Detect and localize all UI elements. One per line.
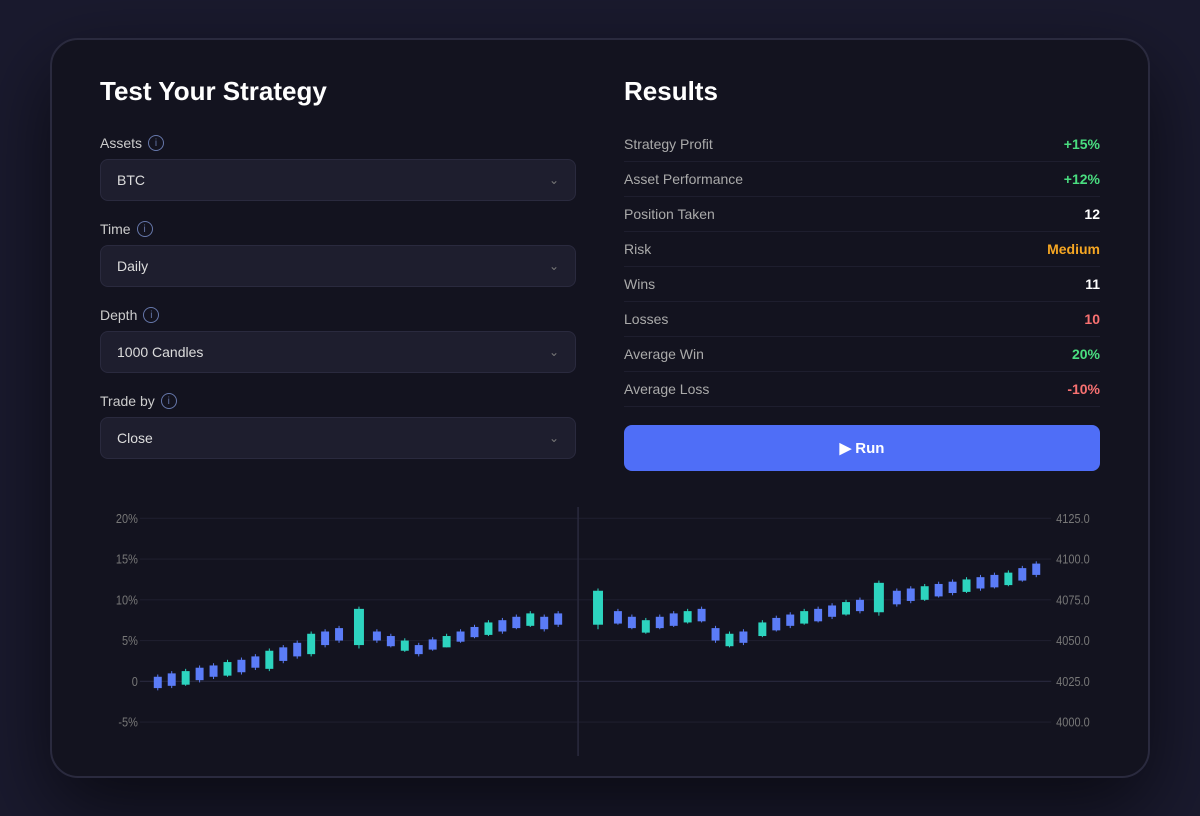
left-panel-title: Test Your Strategy [100, 76, 576, 107]
trade-by-chevron-icon: ⌄ [549, 431, 559, 445]
left-panel: Test Your Strategy Assets i BTC ⌄ Time i… [100, 76, 576, 479]
result-row-risk: Risk Medium [624, 232, 1100, 267]
asset-performance-label: Asset Performance [624, 171, 743, 187]
svg-text:-5%: -5% [118, 716, 137, 730]
right-panel: Results Strategy Profit +15% Asset Perfo… [624, 76, 1100, 479]
time-info-icon[interactable]: i [137, 221, 153, 237]
trade-by-info-icon[interactable]: i [161, 393, 177, 409]
svg-text:5%: 5% [122, 634, 138, 648]
depth-info-icon[interactable]: i [143, 307, 159, 323]
wins-value: 11 [1085, 276, 1100, 292]
average-win-value: 20% [1072, 346, 1100, 362]
trade-by-field-group: Trade by i Close ⌄ [100, 393, 576, 459]
losses-label: Losses [624, 311, 668, 327]
svg-text:15%: 15% [116, 553, 138, 567]
svg-text:4000.0: 4000.0 [1056, 716, 1090, 730]
depth-field-group: Depth i 1000 Candles ⌄ [100, 307, 576, 373]
wins-label: Wins [624, 276, 655, 292]
trade-by-dropdown[interactable]: Close ⌄ [100, 417, 576, 459]
average-loss-label: Average Loss [624, 381, 709, 397]
result-row-strategy-profit: Strategy Profit +15% [624, 127, 1100, 162]
time-label: Time i [100, 221, 576, 237]
svg-text:0: 0 [132, 675, 139, 689]
svg-text:4125.0: 4125.0 [1056, 512, 1090, 526]
results-table: Strategy Profit +15% Asset Performance +… [624, 127, 1100, 407]
strategy-profit-label: Strategy Profit [624, 136, 713, 152]
depth-dropdown[interactable]: 1000 Candles ⌄ [100, 331, 576, 373]
average-loss-value: -10% [1067, 381, 1100, 397]
position-taken-label: Position Taken [624, 206, 715, 222]
depth-chevron-icon: ⌄ [549, 345, 559, 359]
trade-by-label: Trade by i [100, 393, 576, 409]
chart-svg: 20% 15% 10% 5% 0 -5% 4125.0 4100.0 4075.… [100, 507, 1100, 756]
time-field-group: Time i Daily ⌄ [100, 221, 576, 287]
svg-text:10%: 10% [116, 594, 138, 608]
result-row-wins: Wins 11 [624, 267, 1100, 302]
top-panel: Test Your Strategy Assets i BTC ⌄ Time i… [52, 40, 1148, 507]
losses-value: 10 [1084, 311, 1100, 327]
svg-text:4075.0: 4075.0 [1056, 594, 1090, 608]
result-row-average-win: Average Win 20% [624, 337, 1100, 372]
risk-value: Medium [1047, 241, 1100, 257]
assets-chevron-icon: ⌄ [549, 173, 559, 187]
position-taken-value: 12 [1084, 206, 1100, 222]
svg-text:4100.0: 4100.0 [1056, 553, 1090, 567]
assets-field-group: Assets i BTC ⌄ [100, 135, 576, 201]
assets-label: Assets i [100, 135, 576, 151]
risk-label: Risk [624, 241, 651, 257]
asset-performance-value: +12% [1064, 171, 1100, 187]
result-row-losses: Losses 10 [624, 302, 1100, 337]
svg-text:20%: 20% [116, 512, 138, 526]
result-row-average-loss: Average Loss -10% [624, 372, 1100, 407]
run-button[interactable]: ▶ Run [624, 425, 1100, 471]
average-win-label: Average Win [624, 346, 704, 362]
device-frame: Test Your Strategy Assets i BTC ⌄ Time i… [50, 38, 1150, 778]
result-row-position-taken: Position Taken 12 [624, 197, 1100, 232]
strategy-profit-value: +15% [1064, 136, 1100, 152]
depth-label: Depth i [100, 307, 576, 323]
time-chevron-icon: ⌄ [549, 259, 559, 273]
assets-info-icon[interactable]: i [148, 135, 164, 151]
svg-text:4050.0: 4050.0 [1056, 634, 1090, 648]
time-dropdown[interactable]: Daily ⌄ [100, 245, 576, 287]
results-title: Results [624, 76, 1100, 107]
svg-text:4025.0: 4025.0 [1056, 675, 1090, 689]
assets-dropdown[interactable]: BTC ⌄ [100, 159, 576, 201]
result-row-asset-performance: Asset Performance +12% [624, 162, 1100, 197]
chart-panel: 20% 15% 10% 5% 0 -5% 4125.0 4100.0 4075.… [52, 507, 1148, 776]
